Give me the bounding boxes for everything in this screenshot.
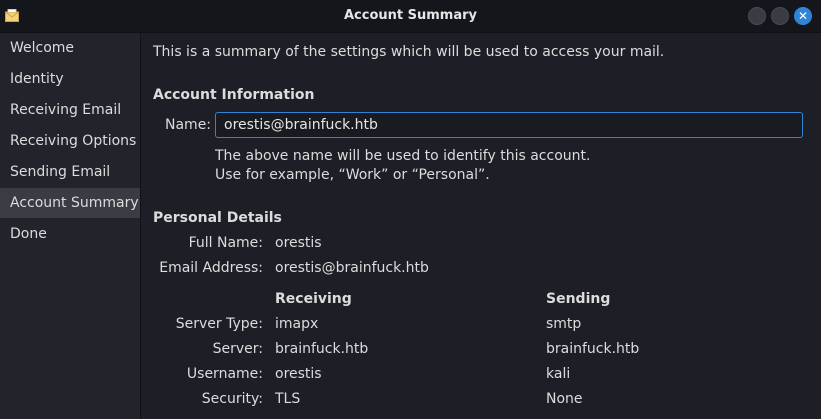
title-bar[interactable]: Account Summary ✕ xyxy=(0,0,821,33)
sending-heading: Sending xyxy=(546,291,611,307)
receiving-heading: Receiving xyxy=(275,291,352,307)
account-information-heading: Account Information xyxy=(153,87,315,103)
username-label: Username: xyxy=(186,366,263,382)
sending-username: kali xyxy=(546,366,571,382)
receiving-server: brainfuck.htb xyxy=(275,341,369,357)
assistant-sidebar: Welcome Identity Receiving Email Receivi… xyxy=(0,33,141,419)
personal-details-heading: Personal Details xyxy=(153,210,282,226)
name-hint-line-1: The above name will be used to identify … xyxy=(215,148,591,164)
server-label: Server: xyxy=(212,341,263,357)
account-name-input[interactable] xyxy=(215,112,803,138)
receiving-username: orestis xyxy=(275,366,322,382)
minimize-button[interactable] xyxy=(748,7,766,25)
sidebar-item-identity[interactable]: Identity xyxy=(0,64,140,94)
sending-server: brainfuck.htb xyxy=(546,341,640,357)
close-button[interactable]: ✕ xyxy=(794,7,812,25)
full-name-value: orestis xyxy=(275,235,322,251)
sending-security: None xyxy=(546,391,583,407)
email-address-value: orestis@brainfuck.htb xyxy=(275,260,429,276)
name-label: Name: xyxy=(165,117,212,133)
sending-server-type: smtp xyxy=(546,316,582,332)
sidebar-item-sending-email[interactable]: Sending Email xyxy=(0,157,140,187)
security-label: Security: xyxy=(201,391,263,407)
summary-panel: This is a summary of the settings which … xyxy=(141,33,821,419)
sidebar-item-done[interactable]: Done xyxy=(0,219,140,249)
sidebar-item-receiving-options[interactable]: Receiving Options xyxy=(0,126,140,156)
sidebar-item-receiving-email[interactable]: Receiving Email xyxy=(0,95,140,125)
sidebar-item-welcome[interactable]: Welcome xyxy=(0,33,140,63)
receiving-security: TLS xyxy=(275,391,301,407)
sidebar-item-account-summary[interactable]: Account Summary xyxy=(0,188,140,218)
account-summary-window: Account Summary ✕ Welcome Identity Recei… xyxy=(0,0,821,419)
window-title: Account Summary xyxy=(343,8,478,23)
name-hint-line-2: Use for example, “Work” or “Personal”. xyxy=(215,167,490,183)
server-type-label: Server Type: xyxy=(175,316,263,332)
intro-text: This is a summary of the settings which … xyxy=(153,44,665,60)
close-icon: ✕ xyxy=(797,9,809,23)
maximize-button[interactable] xyxy=(771,7,789,25)
email-address-label: Email Address: xyxy=(159,260,263,276)
receiving-server-type: imapx xyxy=(275,316,319,332)
full-name-label: Full Name: xyxy=(188,235,263,251)
